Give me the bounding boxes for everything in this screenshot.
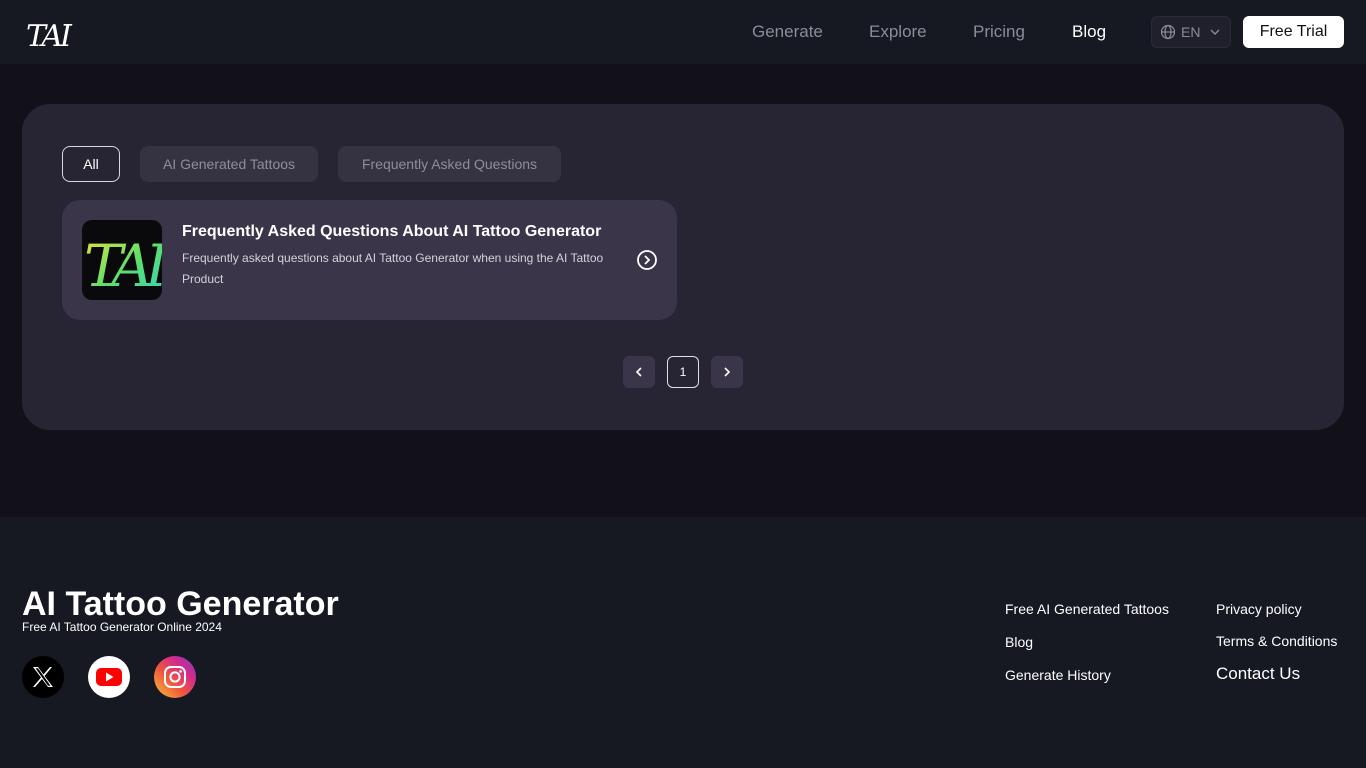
nav-generate[interactable]: Generate [752, 21, 823, 43]
nav-explore[interactable]: Explore [869, 21, 927, 43]
post-thumbnail: TAI [82, 220, 162, 300]
blog-post-card[interactable]: TAI Frequently Asked Questions About AI … [62, 200, 677, 320]
filter-all[interactable]: All [62, 146, 120, 182]
youtube-icon[interactable] [88, 656, 130, 698]
footer-link-generate-history[interactable]: Generate History [1005, 666, 1111, 684]
site-logo[interactable]: TAI [24, 14, 76, 52]
nav-blog[interactable]: Blog [1072, 21, 1106, 43]
footer-link-privacy-policy[interactable]: Privacy policy [1216, 600, 1302, 618]
chevron-right-circle-icon[interactable] [636, 249, 658, 271]
language-selector[interactable]: EN [1151, 16, 1231, 48]
blog-panel: All AI Generated Tattoos Frequently Aske… [22, 104, 1344, 430]
svg-text:TAI: TAI [84, 232, 162, 300]
post-description: Frequently asked questions about AI Tatt… [182, 251, 604, 286]
footer-title: AI Tattoo Generator [22, 585, 339, 623]
instagram-icon[interactable] [154, 656, 196, 698]
globe-icon [1160, 24, 1176, 40]
svg-text:TAI: TAI [26, 19, 73, 52]
nav-pricing[interactable]: Pricing [973, 21, 1025, 43]
footer-link-terms-conditions[interactable]: Terms & Conditions [1216, 632, 1337, 650]
site-header: TAI Generate Explore Pricing Blog EN Fre… [0, 0, 1366, 64]
language-label: EN [1181, 24, 1201, 40]
footer-link-blog[interactable]: Blog [1005, 633, 1033, 651]
x-icon[interactable] [22, 656, 64, 698]
chevron-down-icon [1210, 29, 1220, 35]
footer-link-free-ai-generated-tattoos[interactable]: Free AI Generated Tattoos [1005, 600, 1169, 618]
pagination-prev-button[interactable] [623, 356, 655, 388]
free-trial-button[interactable]: Free Trial [1243, 16, 1344, 48]
footer-subtitle: Free AI Tattoo Generator Online 2024 [22, 620, 222, 634]
filter-faq[interactable]: Frequently Asked Questions [338, 146, 561, 182]
chevron-right-icon [724, 367, 731, 377]
post-title[interactable]: Frequently Asked Questions About AI Tatt… [182, 222, 622, 242]
filter-ai-generated-tattoos[interactable]: AI Generated Tattoos [140, 146, 318, 182]
pagination-next-button[interactable] [711, 356, 743, 388]
site-footer: AI Tattoo Generator Free AI Tattoo Gener… [0, 517, 1366, 768]
pagination-page-1[interactable]: 1 [667, 356, 699, 388]
chevron-left-icon [635, 367, 642, 377]
footer-link-contact-us[interactable]: Contact Us [1216, 665, 1300, 683]
